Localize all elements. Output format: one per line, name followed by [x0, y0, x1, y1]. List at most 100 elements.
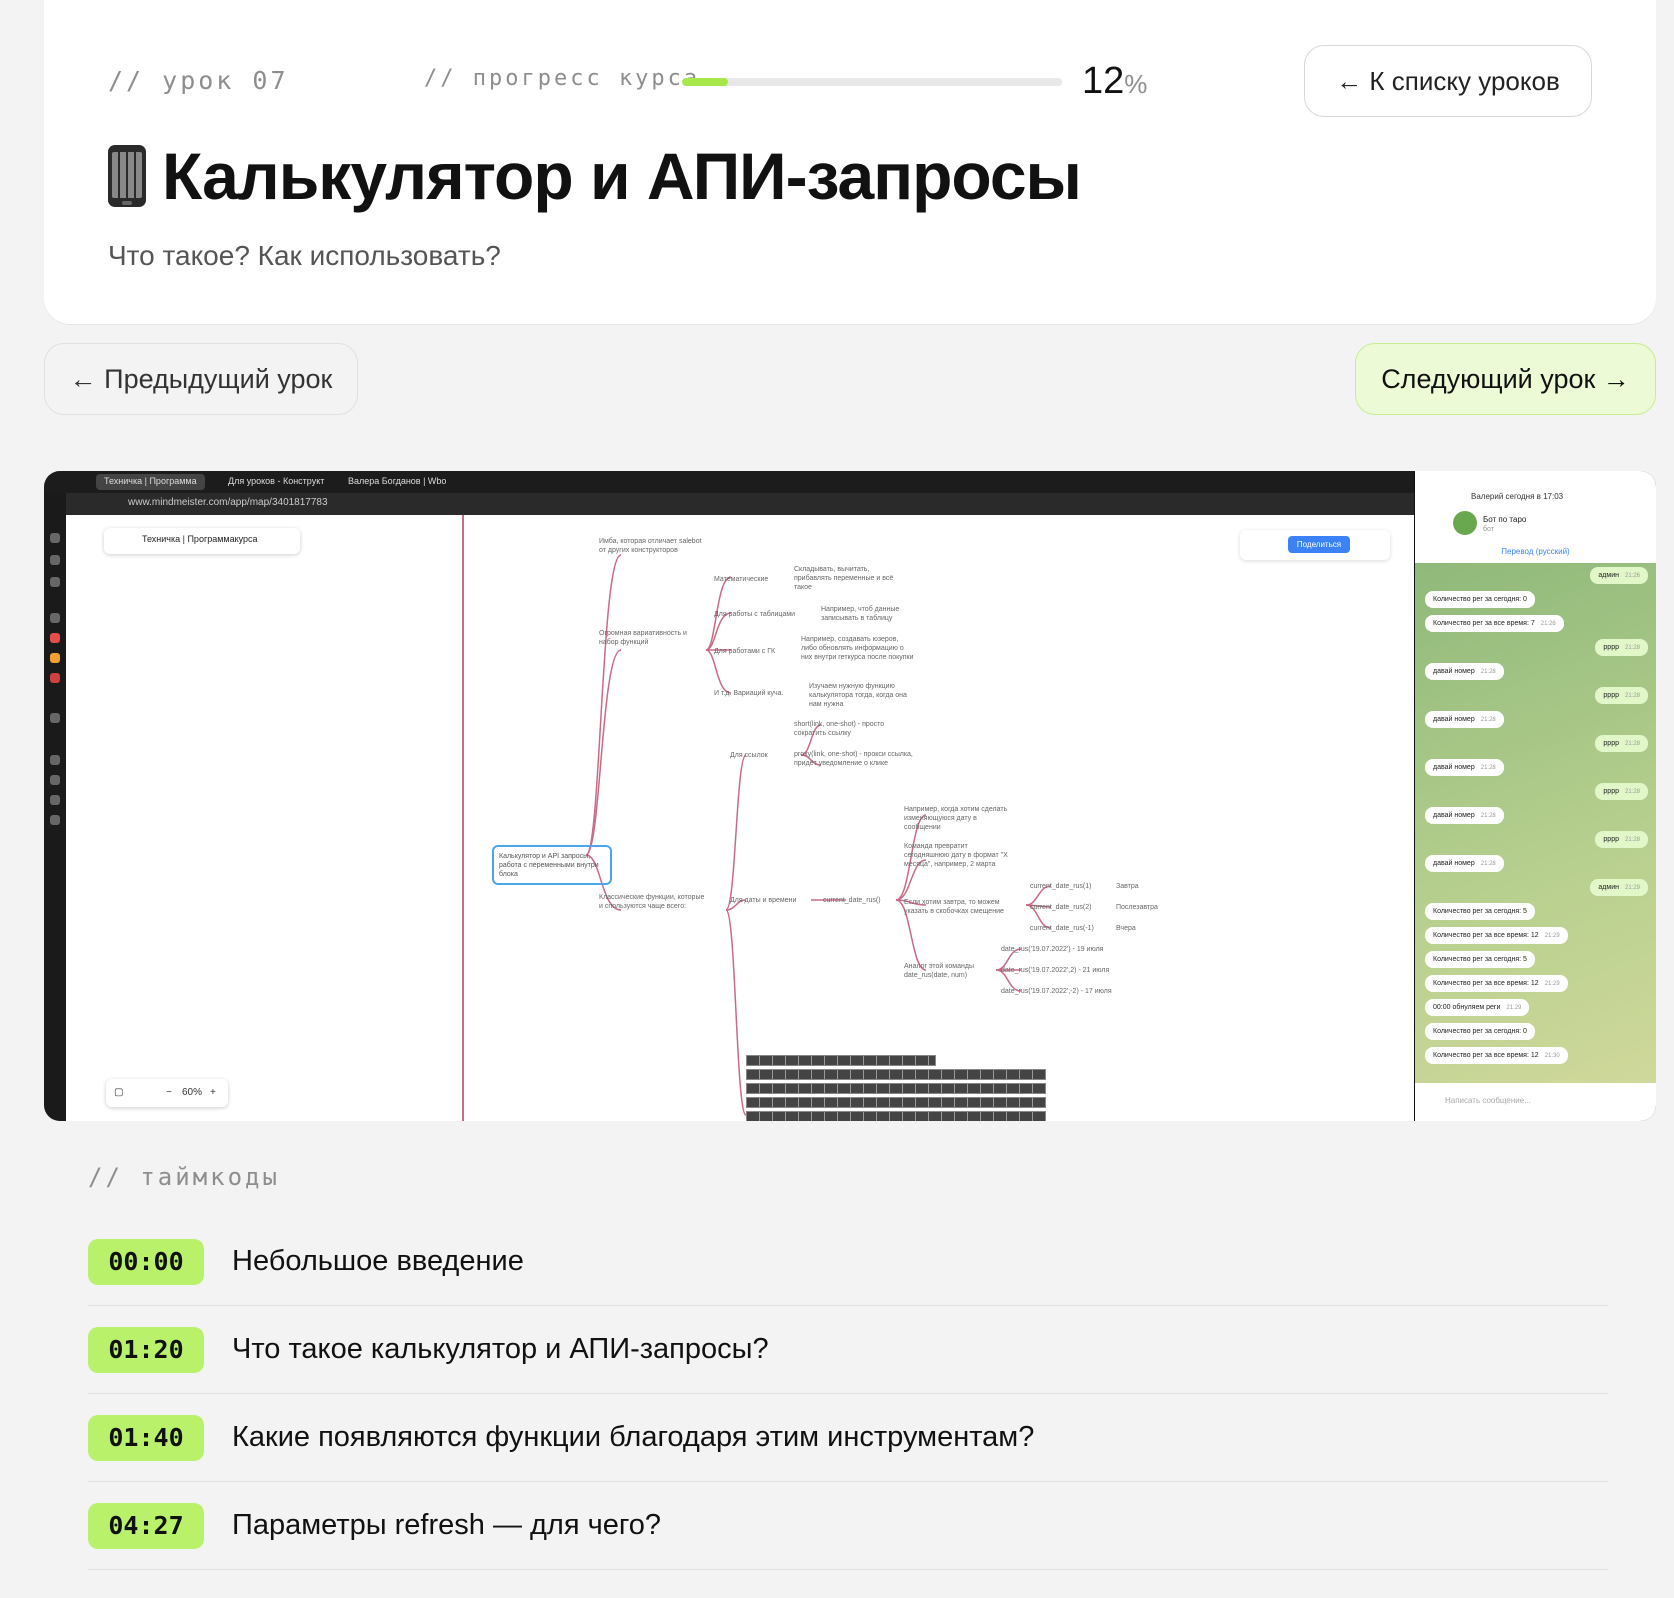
- mindmap-branches: [585, 554, 1052, 1116]
- mindmap-node: Огромная вариативность и: [599, 630, 687, 637]
- keyboard-row: [746, 1083, 1046, 1094]
- sidebar-icon: [50, 555, 60, 565]
- video-screen-mindmap: Техничка | Программа Для уроков - Констр…: [44, 471, 1414, 1121]
- sidebar-icon: [50, 653, 60, 663]
- telegram-message: давай номер 21:28: [1425, 807, 1504, 824]
- course-progress-fill: [682, 78, 728, 86]
- previous-lesson-button[interactable]: ← Предыдущий урок: [44, 343, 358, 415]
- timecode-title: Какие появляются функции благодаря этим …: [232, 1421, 1035, 1453]
- video-zoom-control: ▢ − 60% +: [106, 1079, 228, 1107]
- mindmap-node: Команда превратит сегодняшнюю дату в фор…: [904, 843, 1008, 868]
- mindmap-node: Например, создавать юзеров, либо обновля…: [801, 636, 914, 661]
- telegram-message: рррр 21:28: [1595, 735, 1648, 752]
- sidebar-icon: [50, 713, 60, 723]
- lesson-video-player[interactable]: Техничка | Программа Для уроков - Констр…: [44, 471, 1656, 1121]
- telegram-message: Количество рег за все время: 12 21:30: [1425, 1047, 1568, 1064]
- timecode-row[interactable]: 04:27 Параметры refresh — для чего?: [88, 1482, 1608, 1570]
- telegram-message: Количество рег за все время: 12 21:29: [1425, 975, 1568, 992]
- sidebar-icon: [50, 577, 60, 587]
- mindmap-node: Аналог этой команды date_rus(date, num): [904, 963, 974, 979]
- timecode-badge[interactable]: 00:00: [88, 1238, 204, 1285]
- mindmap-central-node: Калькулятор и API запросы, работа с пере…: [492, 845, 612, 885]
- mindmap-node: Например, чтоб данные записывать в табли…: [821, 606, 900, 622]
- telegram-translate-link: Перевод (русский): [1501, 547, 1570, 556]
- video-browser-tabbar: Техничка | Программа Для уроков - Констр…: [44, 471, 1414, 493]
- sidebar-icon: [50, 533, 60, 543]
- page-title-text: Калькулятор и АПИ-запросы: [162, 139, 1082, 213]
- keyboard-row: [746, 1069, 1046, 1080]
- telegram-message: Количество рег за сегодня: 0: [1425, 591, 1535, 608]
- video-mindmap-canvas: Техничка | Программакурса Поделиться Кал…: [66, 515, 1414, 1121]
- mindmap-node: Для работами с ГК: [714, 648, 776, 655]
- telegram-message: Количество рег за сегодня: 5: [1425, 903, 1535, 920]
- mindmap-node: И т.д. Вариаций куча.: [714, 690, 784, 697]
- mindmap-node: short(link, one-shot) - просто сократить…: [794, 721, 885, 737]
- keyboard-row: [746, 1055, 936, 1066]
- telegram-message: давай номер 21:28: [1425, 855, 1504, 872]
- mindmap-node: date_rus('19.07.2022',-2) - 17 июля: [1001, 988, 1112, 995]
- timecode-badge[interactable]: 01:20: [88, 1326, 204, 1373]
- telegram-avatar: [1453, 511, 1477, 535]
- progress-percent-sign: %: [1124, 69, 1148, 99]
- course-progress-value: 12%: [1082, 60, 1147, 103]
- page-icon: ▢: [114, 1087, 124, 1098]
- keyboard-row: [746, 1097, 1046, 1108]
- mindmap-node: Классические функции, которые: [599, 894, 705, 901]
- mindmap-node: Математические: [714, 576, 769, 583]
- timecode-row[interactable]: 01:20 Что такое калькулятор и АПИ-запрос…: [88, 1306, 1608, 1394]
- keyboard-row: [746, 1111, 1046, 1121]
- mindmap-node: date_rus('19.07.2022') - 19 июля: [1001, 946, 1104, 953]
- lesson-header-card: // урок 07 // прогресс курса 12% ← К спи…: [44, 0, 1656, 324]
- timecode-row[interactable]: 01:40 Какие появляются функции благодаря…: [88, 1394, 1608, 1482]
- mindmap-node: Имба, которая отличает salebot: [599, 538, 702, 545]
- back-to-lessons-button[interactable]: ← К списку уроков: [1304, 45, 1592, 117]
- telegram-chat-sub: бот: [1483, 526, 1494, 533]
- mindmap-node: current_date_rus(2): [1030, 904, 1092, 911]
- timecode-title: Что такое калькулятор и АПИ-запросы?: [232, 1333, 769, 1365]
- mindmap-node: Например, когда хотим сделать изменяющую…: [904, 806, 1008, 831]
- telegram-message: Количество рег за сегодня: 5: [1425, 951, 1535, 968]
- telegram-message: Количество рег за все время: 12 21:29: [1425, 927, 1568, 944]
- onscreen-keyboard: [746, 1055, 1056, 1121]
- timecode-badge[interactable]: 04:27: [88, 1502, 204, 1549]
- mindmap-node: Послезавтра: [1116, 904, 1158, 911]
- mindmap-node: current_date_rus(-1): [1030, 925, 1094, 932]
- next-lesson-button[interactable]: Следующий урок →: [1355, 343, 1656, 415]
- zoom-in-icon: +: [210, 1087, 216, 1098]
- video-browser-tab: Техничка | Программа: [96, 474, 205, 490]
- video-zoom-level: 60%: [182, 1087, 203, 1098]
- telegram-message: рррр 21:28: [1595, 687, 1648, 704]
- mindmap-node: набор функций: [599, 639, 649, 646]
- telegram-message-input: Написать сообщение...: [1415, 1083, 1656, 1121]
- mindmap-node: proxy(link, one-shot) - прокси ссылка, п…: [794, 751, 913, 767]
- sidebar-icon: [50, 633, 60, 643]
- sidebar-icon: [50, 795, 60, 805]
- mindmap-node: Изучаем нужную функцию калькулятора тогд…: [809, 683, 907, 708]
- progress-number: 12: [1082, 60, 1125, 102]
- timecodes-label: // таймкоды: [88, 1163, 280, 1191]
- telegram-chat-name: Бот по таро: [1483, 515, 1527, 524]
- mindmap-node: Вчера: [1116, 925, 1136, 932]
- timecode-title: Небольшое введение: [232, 1245, 524, 1277]
- telegram-message: рррр 21:28: [1595, 783, 1648, 800]
- telegram-caller: Валерий сегодня в 17:03: [1471, 492, 1564, 501]
- timecode-badge[interactable]: 01:40: [88, 1414, 204, 1461]
- telegram-message: 00:00 обнуляем реги 21:29: [1425, 999, 1530, 1016]
- telegram-message: админ 21:26: [1590, 567, 1648, 584]
- mindmap-node: Для ссылок: [730, 752, 768, 759]
- video-browser-tab: Валера Богданов | Wbo: [348, 476, 447, 486]
- mindmap-node: current_date_rus(1): [1030, 883, 1092, 890]
- mobile-phone-icon: [108, 145, 146, 207]
- mindmap-node: date_rus('19.07.2022',2) - 21 июля: [1001, 967, 1110, 974]
- sidebar-icon: [50, 775, 60, 785]
- video-screen-telegram: Валерий сегодня в 17:03 Бот по таро бот …: [1415, 471, 1656, 1121]
- telegram-message: рррр 21:28: [1595, 639, 1648, 656]
- video-url-bar: www.mindmeister.com/app/map/3401817783: [66, 493, 1414, 515]
- video-url-text: www.mindmeister.com/app/map/3401817783: [128, 497, 328, 508]
- timecode-row[interactable]: 00:00 Небольшое введение: [88, 1218, 1608, 1306]
- video-browser-tab: Для уроков - Конструкт: [228, 476, 325, 486]
- telegram-message: давай номер 21:28: [1425, 711, 1504, 728]
- mindmap-node: Для даты и времени: [730, 897, 797, 904]
- lesson-number: // урок 07: [108, 66, 289, 95]
- page-subtitle: Что такое? Как использовать?: [108, 240, 501, 271]
